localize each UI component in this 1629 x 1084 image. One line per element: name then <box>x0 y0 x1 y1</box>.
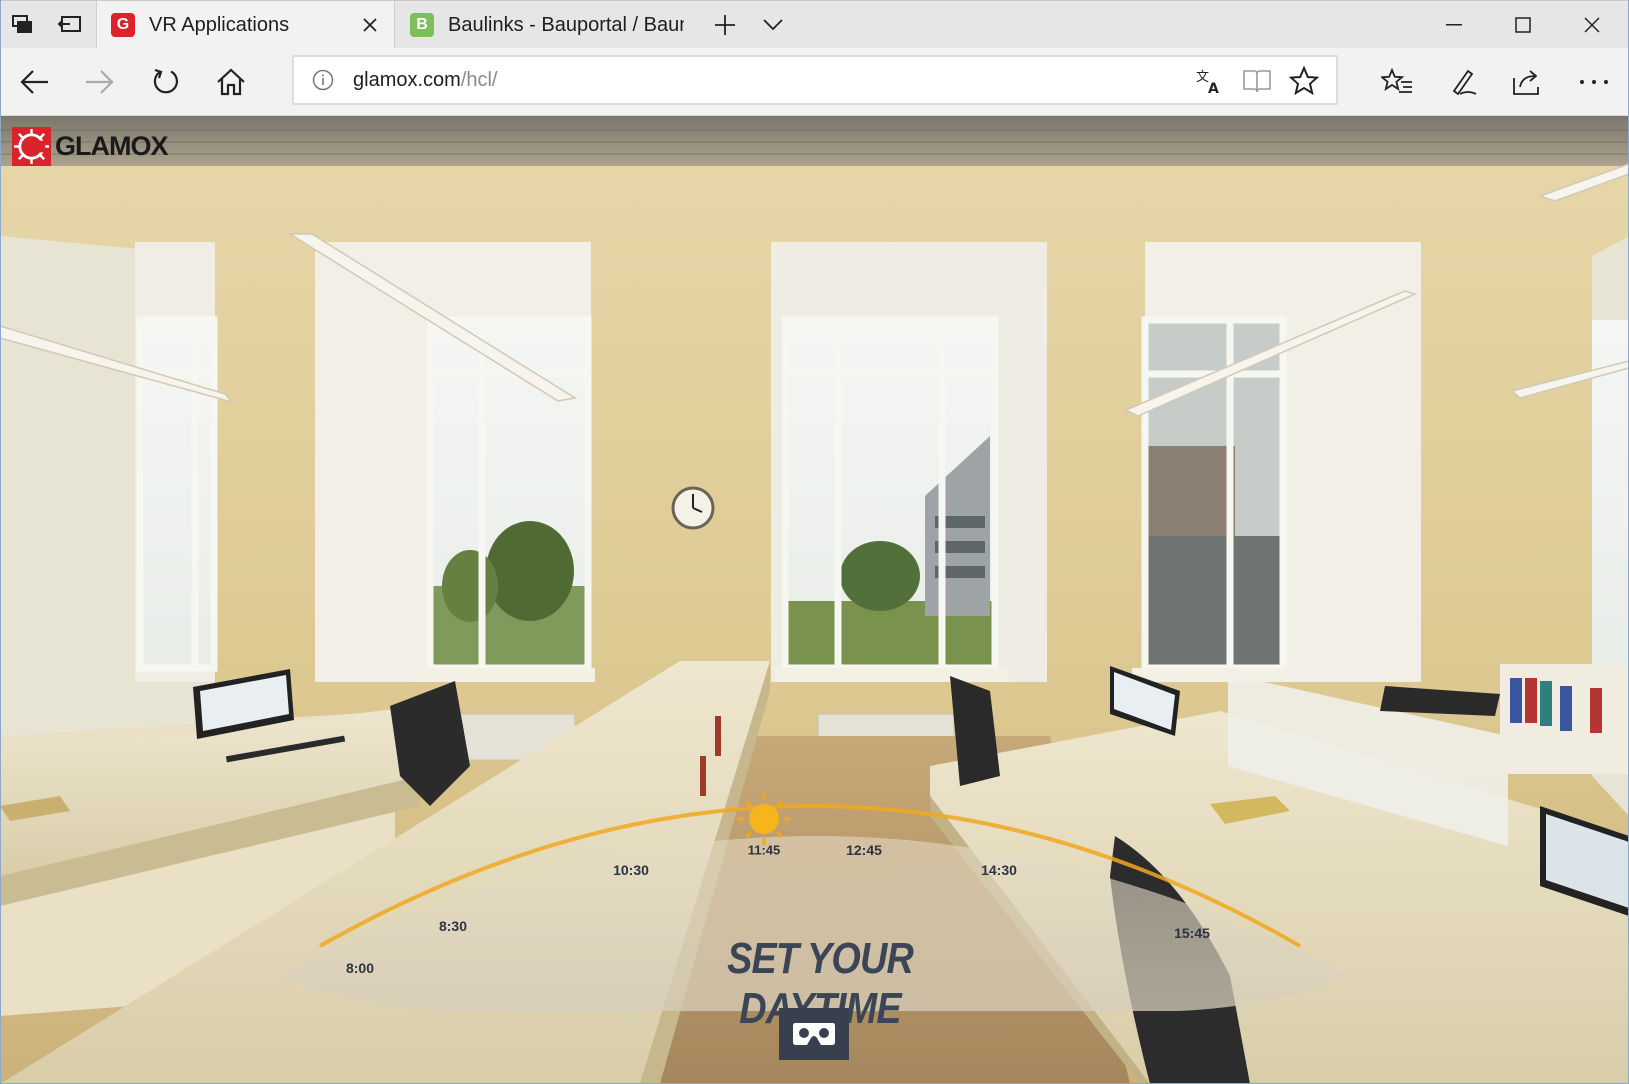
maximize-icon[interactable] <box>1489 1 1557 49</box>
baulinks-favicon-icon: B <box>410 13 434 37</box>
home-icon[interactable] <box>210 61 252 103</box>
minimize-icon[interactable] <box>1420 1 1488 49</box>
tab-vr-applications[interactable]: G VR Applications <box>96 1 395 49</box>
time-label-8-30[interactable]: 8:30 <box>439 918 467 934</box>
time-label-10-30[interactable]: 10:30 <box>613 862 649 878</box>
glamox-logo[interactable]: GLAMOX <box>12 126 168 166</box>
time-label-11-45-selected[interactable]: 11:45 <box>748 843 781 858</box>
new-tab-icon[interactable] <box>708 9 742 41</box>
back-arrow-icon[interactable] <box>14 61 56 103</box>
navigation-bar: glamox.com/hcl/ 文A <box>0 48 1629 116</box>
svg-text:A: A <box>1208 81 1219 95</box>
address-bar[interactable]: glamox.com/hcl/ 文A <box>292 55 1338 105</box>
url-path: /hcl/ <box>460 69 498 91</box>
tab-sets-aside-icon[interactable] <box>6 9 40 41</box>
tab-title: VR Applications <box>149 13 290 36</box>
time-label-8-00[interactable]: 8:00 <box>346 960 374 976</box>
glamox-logo-mark-icon <box>12 126 51 166</box>
vr-mode-button[interactable] <box>779 1008 849 1060</box>
refresh-icon[interactable] <box>145 61 187 103</box>
close-window-icon[interactable] <box>1558 1 1626 49</box>
time-label-15-45[interactable]: 15:45 <box>1174 925 1210 941</box>
site-info-icon[interactable] <box>312 69 334 91</box>
tab-baulinks[interactable]: B Baulinks - Bauportal / Baum <box>396 1 700 49</box>
tab-preview-chevron-down-icon[interactable] <box>756 9 790 41</box>
web-note-pen-icon[interactable] <box>1442 61 1484 103</box>
url-text[interactable]: glamox.com/hcl/ <box>353 69 498 92</box>
translate-icon[interactable]: 文A <box>1194 66 1224 96</box>
favorites-hub-icon[interactable] <box>1376 61 1418 103</box>
wall-clock-icon <box>671 486 715 530</box>
logo-text: GLAMOX <box>55 130 168 161</box>
forward-arrow-icon[interactable] <box>78 61 120 103</box>
reading-view-icon[interactable] <box>1242 66 1272 96</box>
time-label-14-30[interactable]: 14:30 <box>981 862 1017 878</box>
tab-title: Baulinks - Bauportal / Baum <box>448 13 684 36</box>
tab-bar: G VR Applications B Baulinks - Bauportal… <box>0 0 1629 49</box>
favorite-star-icon[interactable] <box>1289 66 1319 96</box>
time-label-12-45[interactable]: 12:45 <box>846 842 882 858</box>
vr-headset-icon <box>793 1023 835 1045</box>
close-tab-icon[interactable] <box>358 13 382 37</box>
url-domain: glamox.com <box>353 69 461 91</box>
glamox-favicon-icon: G <box>111 13 135 37</box>
web-content: GLAMOX 8:00 8:30 10:30 11:45 12:45 14:30… <box>0 116 1629 1084</box>
set-tabs-aside-icon[interactable] <box>53 9 87 41</box>
more-options-icon[interactable] <box>1573 61 1615 103</box>
share-icon[interactable] <box>1506 61 1548 103</box>
